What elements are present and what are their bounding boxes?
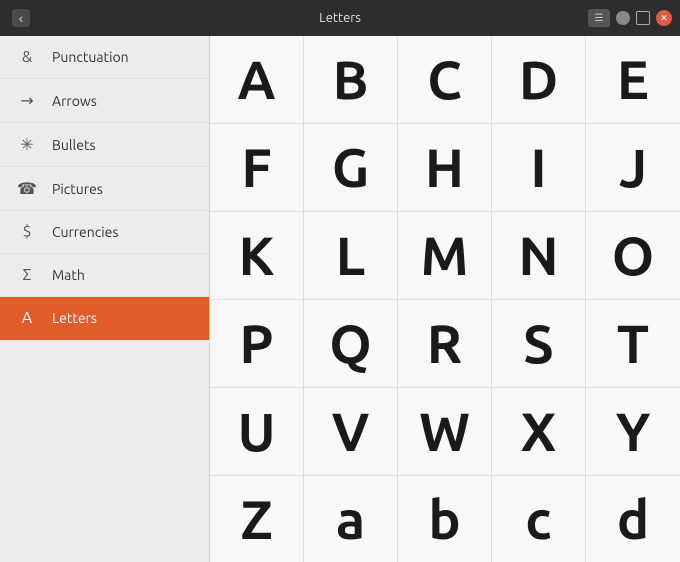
letter-a-icon: A: [16, 309, 38, 327]
char-cell[interactable]: R: [398, 300, 492, 388]
char-cell[interactable]: S: [492, 300, 586, 388]
char-cell[interactable]: Q: [304, 300, 398, 388]
char-cell[interactable]: B: [304, 36, 398, 124]
close-icon: ✕: [660, 13, 668, 24]
minimize-button[interactable]: [616, 11, 630, 25]
char-cell[interactable]: G: [304, 124, 398, 212]
chars-area[interactable]: ABCDE FGHIJ KLMNO PQRST UVWXY Zabcd: [210, 36, 680, 562]
char-cell[interactable]: a: [304, 476, 398, 562]
sidebar-item-bullets[interactable]: ✳ Bullets: [0, 123, 209, 167]
arrow-icon: →: [16, 91, 38, 110]
char-cell[interactable]: T: [586, 300, 680, 388]
chars-grid: ABCDE FGHIJ KLMNO PQRST UVWXY Zabcd: [210, 36, 680, 562]
char-cell[interactable]: U: [210, 388, 304, 476]
char-cell[interactable]: E: [586, 36, 680, 124]
char-cell[interactable]: M: [398, 212, 492, 300]
sidebar-item-arrows[interactable]: → Arrows: [0, 79, 209, 123]
sidebar-item-label: Letters: [52, 310, 97, 326]
char-cell[interactable]: D: [492, 36, 586, 124]
ampersand-icon: &: [16, 48, 38, 66]
sidebar-item-label: Bullets: [52, 137, 96, 153]
char-cell[interactable]: Z: [210, 476, 304, 562]
char-cell[interactable]: H: [398, 124, 492, 212]
dollar-icon: $: [16, 223, 38, 241]
char-cell[interactable]: b: [398, 476, 492, 562]
char-cell[interactable]: d: [586, 476, 680, 562]
titlebar-left: ‹: [8, 9, 30, 27]
sidebar-item-label: Currencies: [52, 224, 119, 240]
sigma-icon: Σ: [16, 266, 38, 284]
sidebar: &Punctuation → Arrows ✳ Bullets ☎ Pictures $ Cur…: [0, 36, 210, 562]
sidebar-item-currencies[interactable]: $ Currencies: [0, 211, 209, 254]
char-cell[interactable]: N: [492, 212, 586, 300]
char-cell[interactable]: P: [210, 300, 304, 388]
sidebar-item-label: Math: [52, 267, 85, 283]
main-content: &Punctuation → Arrows ✳ Bullets ☎ Pictures $ Cur…: [0, 36, 680, 562]
char-cell[interactable]: A: [210, 36, 304, 124]
char-cell[interactable]: Y: [586, 388, 680, 476]
char-cell[interactable]: C: [398, 36, 492, 124]
char-cell[interactable]: J: [586, 124, 680, 212]
char-cell[interactable]: I: [492, 124, 586, 212]
phone-icon: ☎: [16, 179, 38, 198]
window-title: Letters: [319, 11, 361, 25]
sidebar-item-letters[interactable]: A Letters: [0, 297, 209, 340]
char-cell[interactable]: V: [304, 388, 398, 476]
window-controls: ☰ ✕: [588, 9, 672, 27]
char-cell[interactable]: c: [492, 476, 586, 562]
sidebar-item-label: Arrows: [52, 93, 97, 109]
maximize-button[interactable]: [636, 11, 650, 25]
char-cell[interactable]: O: [586, 212, 680, 300]
back-icon: ‹: [19, 10, 24, 26]
char-cell[interactable]: X: [492, 388, 586, 476]
char-cell[interactable]: K: [210, 212, 304, 300]
sidebar-item-label: Punctuation: [52, 49, 129, 65]
sidebar-item-pictures[interactable]: ☎ Pictures: [0, 167, 209, 211]
sidebar-item-label: Pictures: [52, 181, 103, 197]
char-cell[interactable]: F: [210, 124, 304, 212]
back-button[interactable]: ‹: [12, 9, 30, 27]
char-cell[interactable]: L: [304, 212, 398, 300]
sidebar-item-math[interactable]: Σ Math: [0, 254, 209, 297]
char-cell[interactable]: W: [398, 388, 492, 476]
menu-button[interactable]: ☰: [588, 9, 610, 27]
menu-icon: ☰: [595, 12, 604, 24]
asterisk-icon: ✳: [16, 135, 38, 154]
titlebar: ‹ Letters ☰ ✕: [0, 0, 680, 36]
sidebar-item-punctuation[interactable]: &Punctuation: [0, 36, 209, 79]
close-button[interactable]: ✕: [656, 10, 672, 26]
